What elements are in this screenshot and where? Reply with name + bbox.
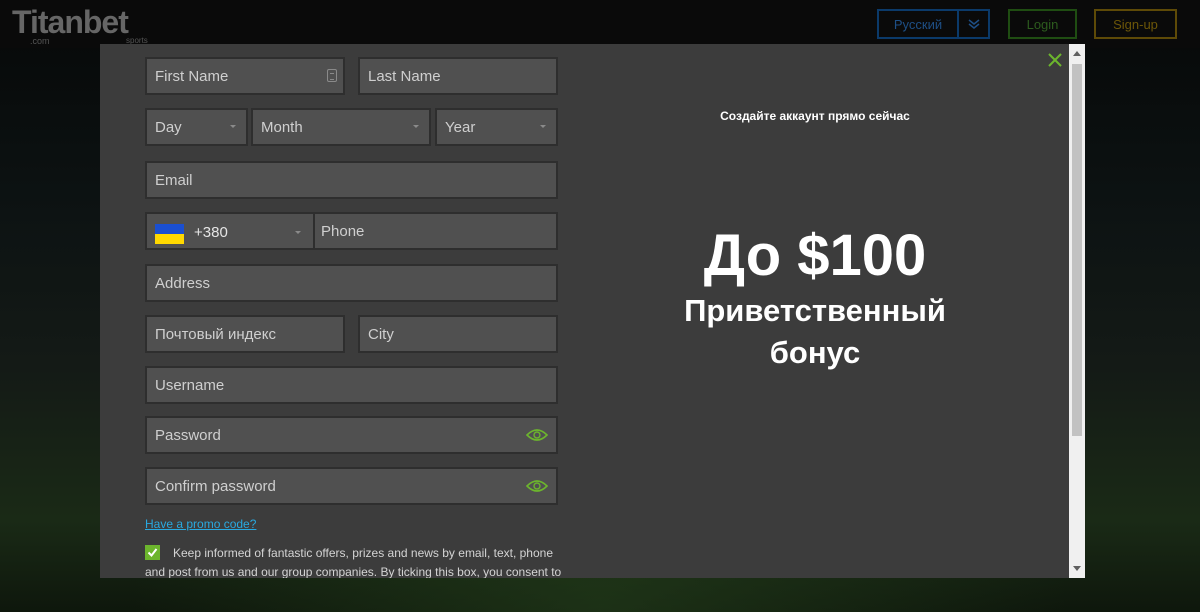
address-input[interactable]: Address (145, 264, 558, 302)
site-header: Titanbet .com sports Русский Login Sign-… (0, 0, 1200, 48)
email-input[interactable]: Email (145, 161, 558, 199)
ukraine-flag-icon (155, 224, 184, 244)
chevron-down-icon (968, 19, 979, 29)
last-name-input[interactable]: Last Name (358, 57, 558, 95)
city-placeholder: City (368, 325, 394, 343)
year-placeholder: Year (445, 118, 476, 136)
phone-divider (313, 214, 315, 248)
first-name-input[interactable]: First Name (145, 57, 345, 95)
phone-field: +380 Phone (145, 212, 558, 250)
password-input[interactable]: Password (145, 416, 558, 454)
scroll-thumb[interactable] (1072, 64, 1082, 436)
modal-scrollbar[interactable] (1069, 44, 1085, 578)
postcode-placeholder: Почтовый индекс (155, 325, 276, 343)
language-button[interactable]: Русский (877, 9, 959, 39)
country-code-value: +380 (194, 224, 228, 241)
language-dropdown-button[interactable] (957, 9, 990, 39)
caret-down-icon (230, 125, 236, 128)
confirm-password-placeholder: Confirm password (155, 477, 276, 495)
registration-modal: First Name Last Name Day Month Year Emai… (100, 44, 1085, 578)
scroll-up-arrow-icon[interactable] (1073, 51, 1081, 56)
day-placeholder: Day (155, 118, 182, 136)
consent-text: Keep informed of fantastic offers, prize… (145, 546, 562, 578)
scroll-down-arrow-icon[interactable] (1073, 566, 1081, 571)
checkmark-icon (147, 548, 158, 558)
email-placeholder: Email (155, 171, 193, 189)
eye-icon[interactable] (526, 427, 548, 443)
birth-month-select[interactable]: Month (251, 108, 431, 146)
bonus-amount: До $100 (703, 223, 927, 288)
username-input[interactable]: Username (145, 366, 558, 404)
last-name-placeholder: Last Name (368, 67, 441, 85)
password-placeholder: Password (155, 426, 221, 444)
login-button[interactable]: Login (1008, 9, 1077, 39)
confirm-password-input[interactable]: Confirm password (145, 467, 558, 505)
city-input[interactable]: City (358, 315, 558, 353)
country-code-select[interactable]: +380 (147, 214, 313, 248)
address-placeholder: Address (155, 274, 211, 292)
phone-input[interactable]: Phone (321, 223, 364, 240)
id-card-icon (327, 69, 337, 82)
birth-day-select[interactable]: Day (145, 108, 248, 146)
close-icon[interactable] (1047, 52, 1063, 68)
first-name-placeholder: First Name (155, 67, 229, 85)
caret-down-icon (540, 125, 546, 128)
caret-down-icon (295, 231, 301, 234)
birth-year-select[interactable]: Year (435, 108, 558, 146)
signup-button[interactable]: Sign-up (1094, 9, 1177, 39)
month-placeholder: Month (261, 118, 303, 136)
caret-down-icon (413, 125, 419, 128)
username-placeholder: Username (155, 376, 225, 394)
bonus-description: Приветственный бонус (684, 293, 946, 370)
logo-domain: .com (30, 36, 50, 46)
promo-code-link[interactable]: Have a promo code? (145, 517, 256, 531)
eye-icon[interactable] (526, 478, 548, 494)
promo-title: Создайте аккаунт прямо сейчас (720, 109, 910, 123)
consent-checkbox[interactable] (145, 545, 160, 560)
postcode-input[interactable]: Почтовый индекс (145, 315, 345, 353)
